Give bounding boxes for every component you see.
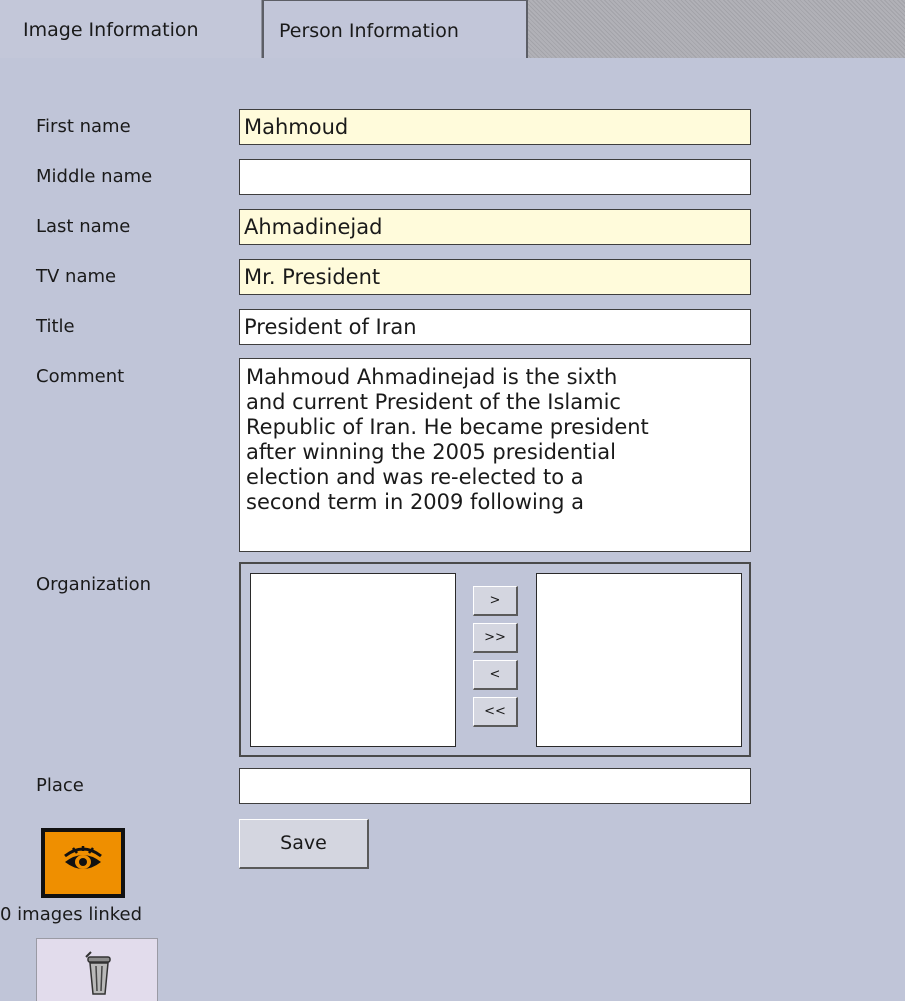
person-editor-panel: Image Information Person Information Fir… — [0, 0, 905, 1001]
middle-name-label: Middle name — [36, 166, 153, 187]
organization-label: Organization — [36, 574, 152, 595]
place-label: Place — [36, 775, 84, 796]
tv-name-label: TV name — [36, 266, 117, 287]
last-name-field[interactable]: Ahmadinejad — [239, 209, 751, 245]
tab-person-information[interactable]: Person Information — [262, 0, 528, 58]
move-all-right-button[interactable]: >> — [473, 623, 518, 653]
view-images-button[interactable] — [41, 828, 125, 898]
comment-field[interactable]: Mahmoud Ahmadinejad is the sixth and cur… — [239, 358, 751, 552]
organization-picker: > >> < << — [239, 562, 751, 757]
move-one-right-button[interactable]: > — [473, 586, 518, 616]
title-label: Title — [36, 316, 75, 337]
eye-icon — [64, 846, 102, 869]
place-field[interactable] — [239, 768, 751, 804]
title-field[interactable]: President of Iran — [239, 309, 751, 345]
comment-label: Comment — [36, 366, 125, 387]
tv-name-field[interactable]: Mr. President — [239, 259, 751, 295]
move-all-left-button[interactable]: << — [473, 697, 518, 727]
last-name-label: Last name — [36, 216, 131, 237]
selected-organizations-list[interactable] — [536, 573, 742, 747]
delete-button[interactable] — [36, 938, 158, 1001]
move-one-left-button[interactable]: < — [473, 660, 518, 690]
available-organizations-list[interactable] — [250, 573, 456, 747]
middle-name-field[interactable] — [239, 159, 751, 195]
trash-icon — [85, 951, 111, 995]
tab-image-information[interactable]: Image Information — [0, 0, 262, 58]
tab-strip: Image Information Person Information — [0, 0, 905, 58]
first-name-label: First name — [36, 116, 131, 137]
first-name-field[interactable]: Mahmoud — [239, 109, 751, 145]
images-linked-count: 0 images linked — [0, 904, 143, 925]
save-button[interactable]: Save — [239, 819, 369, 869]
